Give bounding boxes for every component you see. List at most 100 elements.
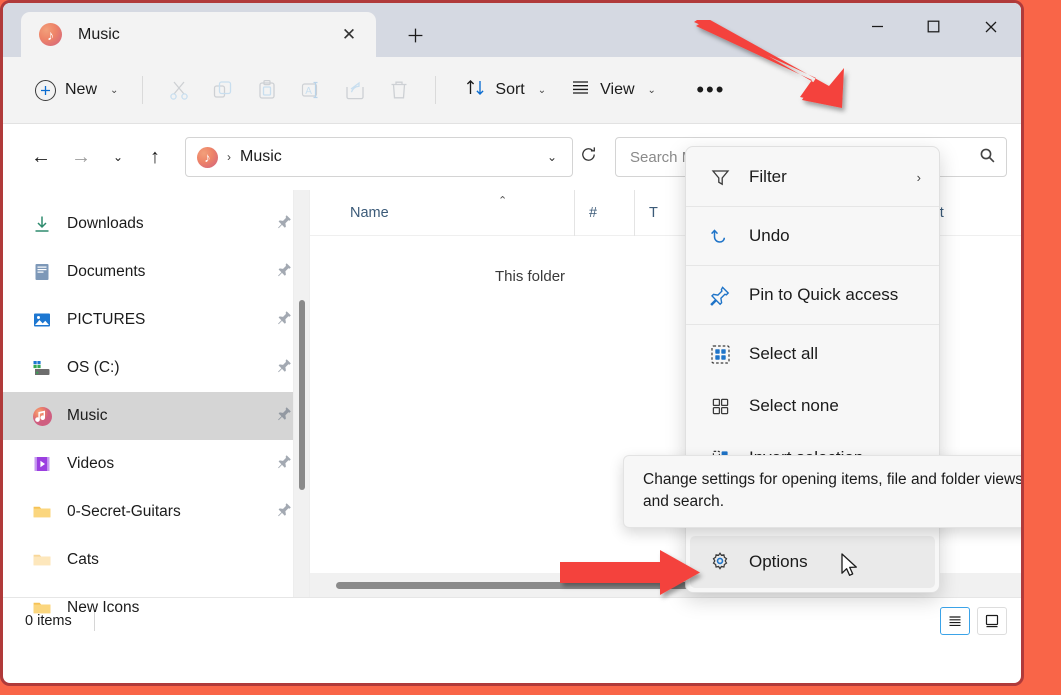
sidebar-item-label: Downloads bbox=[67, 215, 144, 232]
details-pane-button[interactable] bbox=[977, 606, 1007, 635]
menu-separator bbox=[686, 324, 939, 325]
menu-item-select-all[interactable]: Select all bbox=[690, 328, 935, 380]
sidebar-item-label: Music bbox=[67, 407, 108, 424]
column-label: # bbox=[589, 204, 598, 221]
tab-music[interactable]: ♪ Music ✕ bbox=[21, 12, 376, 57]
music-note-icon bbox=[31, 405, 53, 427]
sort-icon bbox=[465, 77, 486, 103]
back-button[interactable]: ← bbox=[21, 137, 61, 177]
navigation-pane: Downloads Documents PICTURES OS (C:) Mus… bbox=[3, 190, 309, 616]
pin-icon[interactable] bbox=[277, 214, 293, 234]
sidebar-item-0-secret-guitars[interactable]: 0-Secret-Guitars bbox=[3, 488, 309, 536]
undo-icon bbox=[708, 226, 732, 247]
tab-title: Music bbox=[78, 25, 120, 43]
toolbar-divider-1 bbox=[142, 76, 144, 104]
menu-item-pin-to-quick-access[interactable]: Pin to Quick access bbox=[690, 269, 935, 321]
pin-icon[interactable] bbox=[277, 358, 293, 378]
rename-icon[interactable]: A bbox=[289, 70, 333, 110]
search-icon[interactable] bbox=[979, 147, 996, 168]
window-controls bbox=[849, 3, 1021, 50]
download-icon bbox=[31, 213, 53, 235]
chevron-down-icon[interactable]: ⌄ bbox=[538, 150, 566, 164]
pin-icon[interactable] bbox=[277, 406, 293, 426]
select-none-icon bbox=[708, 396, 732, 417]
menu-item-filter[interactable]: Filter › bbox=[690, 151, 935, 203]
details-view-button[interactable] bbox=[940, 606, 970, 635]
sort-button[interactable]: Sort ⌄ bbox=[456, 71, 555, 109]
sort-ascending-icon: ⌃ bbox=[498, 194, 508, 207]
sidebar-scrollbar-thumb[interactable] bbox=[299, 300, 305, 490]
pictures-icon bbox=[31, 309, 53, 331]
column-header-name[interactable]: Name ⌃ bbox=[350, 190, 574, 236]
menu-item-label: Options bbox=[749, 552, 808, 571]
tab-strip: ♪ Music ✕ bbox=[3, 3, 1021, 57]
folder-icon bbox=[31, 549, 53, 571]
menu-item-label: Undo bbox=[749, 226, 790, 245]
sidebar-item-label: Videos bbox=[67, 455, 115, 472]
pin-icon[interactable] bbox=[277, 454, 293, 474]
menu-item-options[interactable]: Options bbox=[690, 536, 935, 588]
delete-icon[interactable] bbox=[377, 70, 421, 110]
sidebar-item-os-c[interactable]: OS (C:) bbox=[3, 344, 309, 392]
sidebar-item-label: 0-Secret-Guitars bbox=[67, 503, 181, 520]
desktop-background: ♪ Music ✕ New ⌄ A Sort ⌄ View ⌄ ••• ← → … bbox=[0, 0, 1061, 695]
sort-label: Sort bbox=[495, 81, 525, 98]
chevron-down-icon: ⌄ bbox=[647, 84, 656, 96]
menu-item-label: Pin to Quick access bbox=[749, 285, 899, 304]
pin-icon[interactable] bbox=[277, 310, 293, 330]
close-icon[interactable]: ✕ bbox=[336, 22, 362, 48]
refresh-button[interactable] bbox=[573, 146, 603, 168]
music-note-icon: ♪ bbox=[39, 23, 62, 46]
view-button[interactable]: View ⌄ bbox=[561, 71, 665, 109]
close-window-button[interactable] bbox=[961, 3, 1021, 50]
sidebar-scrollbar[interactable] bbox=[293, 190, 309, 597]
sidebar-item-videos[interactable]: Videos bbox=[3, 440, 309, 488]
column-label: T bbox=[649, 204, 658, 221]
forward-button[interactable]: → bbox=[61, 137, 101, 177]
options-tooltip: Change settings for opening items, file … bbox=[623, 455, 1021, 528]
sidebar-item-cats[interactable]: Cats bbox=[3, 536, 309, 584]
sidebar-item-label: Cats bbox=[67, 551, 99, 568]
new-button[interactable]: New ⌄ bbox=[25, 71, 128, 109]
up-button[interactable]: ↑ bbox=[135, 137, 175, 177]
copy-icon[interactable] bbox=[201, 70, 245, 110]
new-tab-button[interactable] bbox=[398, 18, 432, 52]
paste-icon[interactable] bbox=[245, 70, 289, 110]
gear-icon bbox=[708, 551, 732, 573]
menu-item-label: Select none bbox=[749, 396, 839, 415]
pin-icon[interactable] bbox=[277, 502, 293, 522]
sidebar-item-new-icons[interactable]: New Icons bbox=[3, 584, 309, 632]
svg-text:A: A bbox=[306, 86, 313, 97]
pin-icon[interactable] bbox=[277, 262, 293, 282]
menu-item-select-none[interactable]: Select none bbox=[690, 380, 935, 432]
toolbar-divider-2 bbox=[435, 76, 437, 104]
video-icon bbox=[31, 453, 53, 475]
share-icon[interactable] bbox=[333, 70, 377, 110]
menu-item-undo[interactable]: Undo bbox=[690, 210, 935, 262]
sidebar-item-music[interactable]: Music bbox=[3, 392, 309, 440]
sidebar-item-label: Documents bbox=[67, 263, 146, 280]
plus-icon bbox=[408, 28, 422, 42]
breadcrumb[interactable]: ♪ › Music ⌄ bbox=[185, 137, 573, 177]
sidebar-item-pictures[interactable]: PICTURES bbox=[3, 296, 309, 344]
sidebar-item-label: New Icons bbox=[67, 599, 140, 616]
column-header-track[interactable]: # bbox=[574, 189, 634, 236]
file-explorer-window: ♪ Music ✕ New ⌄ A Sort ⌄ View ⌄ ••• ← → … bbox=[0, 0, 1024, 686]
folder-icon bbox=[31, 501, 53, 523]
minimize-button[interactable] bbox=[849, 3, 905, 50]
breadcrumb-current[interactable]: Music bbox=[240, 148, 538, 166]
see-more-button[interactable]: ••• bbox=[691, 73, 731, 107]
view-label: View bbox=[600, 81, 635, 98]
recent-locations-button[interactable]: ⌄ bbox=[101, 137, 135, 177]
menu-item-label: Filter bbox=[749, 167, 787, 186]
column-label: Name bbox=[350, 204, 389, 221]
minimize-icon bbox=[871, 25, 883, 28]
maximize-button[interactable] bbox=[905, 3, 961, 50]
folder-icon bbox=[31, 597, 53, 619]
chevron-down-icon: ⌄ bbox=[537, 84, 547, 96]
cut-icon[interactable] bbox=[157, 70, 201, 110]
sidebar-item-label: OS (C:) bbox=[67, 359, 120, 376]
chevron-down-icon: ⌄ bbox=[110, 84, 119, 96]
sidebar-item-documents[interactable]: Documents bbox=[3, 248, 309, 296]
sidebar-item-downloads[interactable]: Downloads bbox=[3, 200, 309, 248]
